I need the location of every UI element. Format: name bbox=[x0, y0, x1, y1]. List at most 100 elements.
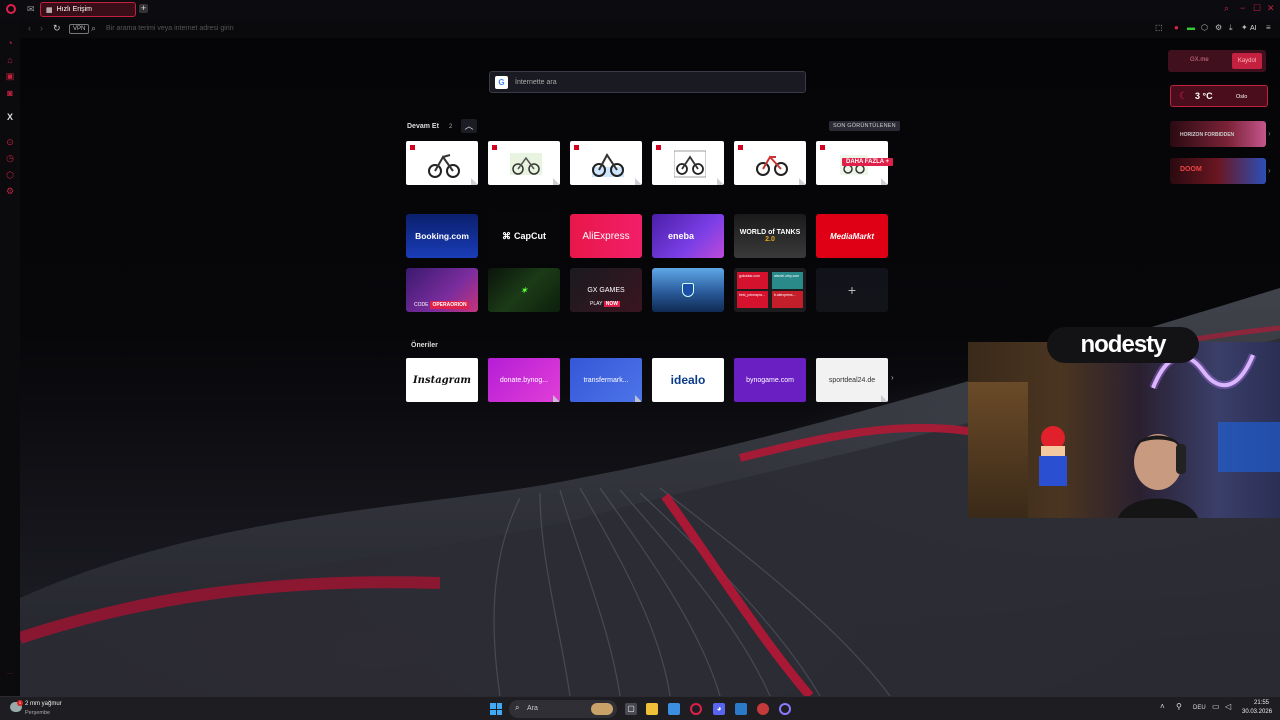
discord-icon[interactable]: ◕ bbox=[713, 703, 725, 715]
search-input[interactable]: İnternette ara bbox=[515, 79, 557, 86]
clock-time[interactable]: 21:55 bbox=[1254, 700, 1269, 706]
minimize-icon[interactable]: − bbox=[1240, 3, 1245, 13]
chevron-up-icon[interactable]: ˄ bbox=[1160, 702, 1165, 711]
opera-logo-icon[interactable] bbox=[6, 4, 16, 14]
speed-dial-world-of-warships[interactable] bbox=[652, 268, 724, 312]
microphone-icon[interactable]: ⚲ bbox=[1176, 702, 1182, 711]
add-speed-dial-button[interactable]: + bbox=[816, 268, 888, 312]
file-explorer-icon[interactable] bbox=[646, 703, 658, 715]
suggestion-bynogame[interactable]: bynogame.com bbox=[734, 358, 806, 402]
game-widget[interactable]: HORIZON FORBIDDEN bbox=[1170, 121, 1266, 147]
gx-control-icon[interactable]: ● bbox=[1174, 23, 1179, 32]
dial-label: CapCut bbox=[514, 231, 546, 241]
continue-item[interactable] bbox=[406, 141, 478, 185]
continue-item[interactable] bbox=[652, 141, 724, 185]
search-tabs-icon[interactable]: ⌕ bbox=[1224, 3, 1229, 14]
easy-setup-icon[interactable]: ⚙ bbox=[1215, 23, 1222, 32]
player-icon[interactable]: ⊙ bbox=[5, 137, 15, 147]
dial-label: MediaMarkt bbox=[829, 231, 874, 241]
reload-icon[interactable]: ↻ bbox=[53, 23, 61, 34]
twitch-icon[interactable]: ▣ bbox=[5, 71, 15, 81]
gx-corner-icon[interactable]: ◔ bbox=[5, 38, 15, 48]
menu-icon[interactable]: ≡ bbox=[1266, 23, 1271, 32]
speed-dial-game[interactable]: ✶ bbox=[488, 268, 560, 312]
more-badge[interactable]: DAHA FAZLA + bbox=[842, 158, 894, 166]
back-icon[interactable]: ‹ bbox=[28, 23, 31, 33]
tab-stash-icon[interactable]: ✉ bbox=[27, 4, 35, 15]
messenger-icon[interactable]: ◙ bbox=[5, 88, 15, 98]
app-icon[interactable] bbox=[757, 703, 769, 715]
speed-dial-eneba[interactable]: eneba bbox=[652, 214, 724, 258]
chevron-right-icon[interactable]: › bbox=[1268, 129, 1271, 138]
download-icon[interactable]: ⤓ bbox=[1229, 23, 1233, 33]
collapse-button[interactable]: ︿ bbox=[461, 119, 477, 133]
continue-item[interactable] bbox=[488, 141, 560, 185]
snapshot-icon[interactable]: ⬚ bbox=[1155, 23, 1163, 32]
plus-icon: + bbox=[847, 282, 857, 298]
network-icon[interactable]: ▭ bbox=[1212, 702, 1220, 711]
extensions-icon[interactable]: ⬡ bbox=[1201, 23, 1208, 32]
vpn-badge[interactable]: VPN bbox=[69, 24, 90, 34]
forward-icon[interactable]: › bbox=[40, 23, 43, 33]
ebike-image bbox=[592, 153, 624, 177]
cleaner-icon[interactable]: ⌂ bbox=[5, 55, 15, 65]
speed-dial-world-of-tanks[interactable]: WORLD of TANKS 2.0 bbox=[734, 214, 806, 258]
google-icon: G bbox=[495, 76, 508, 89]
ebike-image bbox=[674, 150, 706, 178]
continue-item[interactable] bbox=[570, 141, 642, 185]
opera-gx-taskbar-icon[interactable] bbox=[690, 703, 702, 715]
app-icon[interactable] bbox=[735, 703, 747, 715]
dial-label: WORLD of TANKS 2.0 bbox=[740, 229, 801, 243]
clock-date[interactable]: 30.03.2026 bbox=[1242, 709, 1272, 715]
signup-button[interactable]: Kaydol bbox=[1232, 53, 1262, 69]
windows-start-icon[interactable] bbox=[490, 703, 502, 715]
suggestion-sportdeal24[interactable]: sportdeal24.de bbox=[816, 358, 888, 402]
speed-dial-opera-promo[interactable]: CODE OPERAORION bbox=[406, 268, 478, 312]
ebike-image bbox=[756, 155, 788, 176]
suggestion-transfermarkt[interactable]: transfermark... bbox=[570, 358, 642, 402]
sidebar-more-icon[interactable]: ··· bbox=[5, 669, 15, 679]
app-icon[interactable] bbox=[779, 703, 791, 715]
chevron-right-icon[interactable]: › bbox=[1268, 166, 1271, 175]
weather-text[interactable]: 2 mm yağmur bbox=[25, 701, 62, 707]
address-input[interactable]: Bir arama terimi veya internet adresi gi… bbox=[106, 25, 234, 32]
new-tab-button[interactable]: + bbox=[139, 4, 148, 13]
suggestion-instagram[interactable]: Instagram bbox=[406, 358, 478, 402]
suggestion-idealo[interactable]: idealo bbox=[652, 358, 724, 402]
task-view-icon[interactable]: ▢ bbox=[625, 703, 637, 715]
chevron-right-icon[interactable]: › bbox=[891, 373, 894, 382]
pinboard-icon[interactable]: ⬡ bbox=[5, 170, 15, 180]
web-search-bar[interactable]: G İnternette ara bbox=[489, 71, 806, 93]
search-icon: ⌕ bbox=[515, 703, 520, 712]
moon-icon: ☾ bbox=[1179, 91, 1188, 102]
speed-dial-aliexpress[interactable]: AliExpress bbox=[570, 214, 642, 258]
ai-button[interactable]: AI bbox=[1250, 25, 1257, 32]
tab-speed-dial[interactable]: ▦ Hızlı Erişim bbox=[40, 2, 136, 17]
x-icon[interactable]: X bbox=[5, 112, 15, 122]
close-icon[interactable]: ✕ bbox=[1267, 3, 1275, 14]
streamer bbox=[1118, 434, 1198, 518]
language-indicator[interactable]: DEU bbox=[1193, 705, 1206, 711]
battery-icon[interactable]: ▬ bbox=[1187, 23, 1195, 32]
volume-icon[interactable]: ◁ bbox=[1225, 702, 1231, 711]
gx-play-now: PLAY NOW bbox=[590, 301, 620, 307]
speed-dial-booking[interactable]: Booking.com bbox=[406, 214, 478, 258]
taskbar-search[interactable]: ⌕ Ara bbox=[509, 700, 617, 718]
settings-icon[interactable]: ⚙ bbox=[5, 186, 15, 196]
continue-item[interactable] bbox=[734, 141, 806, 185]
dial-label: Booking.com bbox=[415, 231, 469, 241]
store-icon[interactable] bbox=[668, 703, 680, 715]
aria-icon[interactable]: ✦ bbox=[1241, 23, 1248, 32]
maximize-icon[interactable]: ☐ bbox=[1253, 3, 1261, 14]
webcam-overlay bbox=[968, 342, 1280, 518]
history-icon[interactable]: ◷ bbox=[5, 153, 15, 163]
speed-dial-capcut[interactable]: ⌘ CapCut bbox=[488, 214, 560, 258]
game-widget[interactable]: DOOM bbox=[1170, 158, 1266, 184]
folder-site: alsmiri.orby.com bbox=[772, 272, 803, 289]
recently-viewed-button[interactable]: SON GÖRÜNTÜLENEN bbox=[829, 121, 900, 131]
suggestion-donate-bynogame[interactable]: donate.bynog... bbox=[488, 358, 560, 402]
speed-dial-folder[interactable]: gokdolar.com alsmiri.orby.com hesl_pdvea… bbox=[734, 268, 806, 312]
speed-dial-mediamarkt[interactable]: MediaMarkt bbox=[816, 214, 888, 258]
speed-dial-gx-games[interactable]: GX GAMES PLAY NOW bbox=[570, 268, 642, 312]
weather-widget[interactable]: ☾ 3 °C Oslo bbox=[1170, 85, 1268, 107]
